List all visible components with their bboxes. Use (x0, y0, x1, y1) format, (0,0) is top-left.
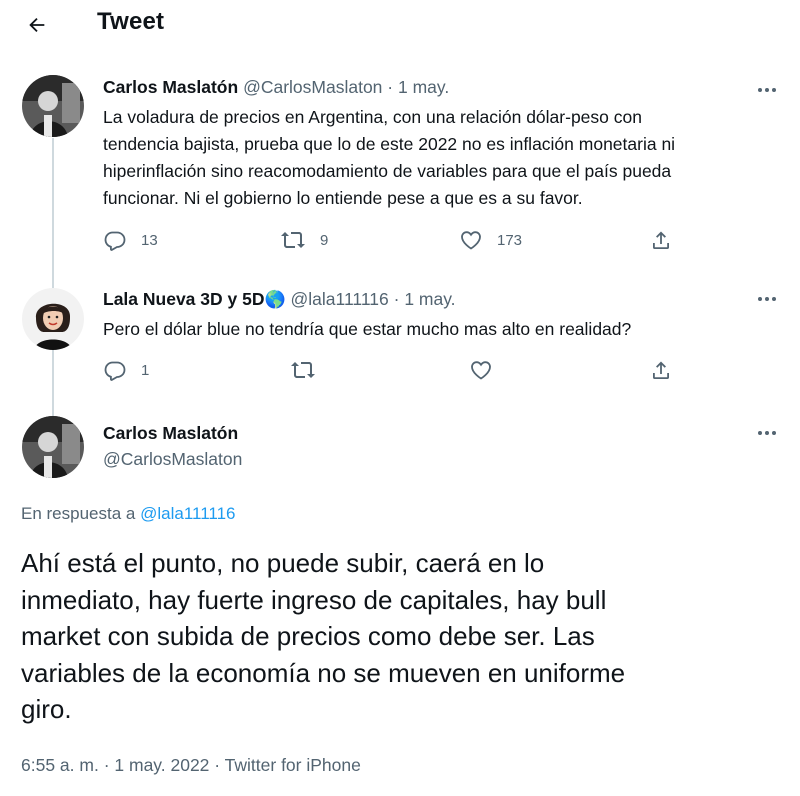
more-dots-icon (758, 297, 762, 301)
like-button[interactable] (469, 358, 493, 382)
share-icon (653, 231, 669, 249)
main-tweet-text-line: giro. (21, 694, 72, 724)
tweet-text: La voladura de precios en Argentina, con… (103, 104, 675, 212)
author-handle[interactable]: @lala111116 (291, 289, 389, 309)
share-button[interactable] (649, 228, 673, 252)
reply-mention-link[interactable]: @lala111116 (140, 504, 235, 523)
share-button[interactable] (649, 358, 673, 382)
tweet-actions: 1 (103, 358, 683, 388)
tweet-text-line: hiperinflación sino reacomodamiento de v… (103, 161, 672, 181)
heart-icon (471, 361, 491, 380)
separator: · (387, 77, 394, 97)
thread-line (52, 138, 54, 288)
separator: · (214, 755, 221, 775)
arrow-left-icon (29, 17, 45, 33)
reply-button[interactable]: 1 (103, 358, 149, 382)
separator: · (103, 755, 110, 775)
avatar[interactable] (22, 416, 84, 478)
more-dots-icon (758, 431, 762, 435)
tweet-text-line: tendencia bajista, prueba que lo de este… (103, 134, 676, 154)
tweet-metadata: 6:55 a. m. · 1 may. 2022 · Twitter for i… (21, 755, 361, 776)
tweet-text-line: Pero el dólar blue no tendría que estar … (103, 319, 632, 339)
main-tweet-text-line: variables de la economía no se mueven en… (21, 657, 626, 688)
reply-icon (104, 231, 126, 251)
author-name[interactable]: Lala Nueva 3D y 5D (103, 289, 264, 309)
reply-count: 13 (141, 231, 158, 249)
like-count: 173 (497, 231, 523, 249)
header: Tweet (0, 0, 800, 52)
main-tweet-text: Ahí está el punto, no puede subir, caerá… (21, 545, 781, 728)
page-title: Tweet (97, 8, 165, 35)
share-icon (653, 361, 669, 379)
avatar[interactable] (22, 288, 84, 350)
tweet-actions: 13 9 173 (103, 228, 683, 258)
retweet-count: 9 (320, 231, 329, 249)
tweet-source[interactable]: Twitter for iPhone (225, 755, 361, 775)
reply-icon (104, 361, 126, 381)
tweet-date[interactable]: 1 may. (398, 77, 449, 97)
more-options-button[interactable] (754, 423, 780, 443)
reply-prefix: En respuesta a (21, 504, 136, 523)
reply-context: En respuesta a @lala111116 (21, 504, 236, 524)
back-button[interactable] (20, 8, 54, 42)
heart-icon (461, 231, 481, 250)
tweet-text-line: La voladura de precios en Argentina, con… (103, 107, 642, 127)
author-name[interactable]: Carlos Maslatón (103, 77, 238, 97)
separator: · (393, 289, 400, 309)
more-options-button[interactable] (754, 289, 780, 309)
tweet-header: Carlos Maslatón @CarlosMaslaton · 1 may. (103, 77, 449, 98)
like-button[interactable]: 173 (459, 228, 522, 252)
retweet-button[interactable]: 9 (280, 228, 328, 252)
tweet-text: Pero el dólar blue no tendría que estar … (103, 316, 631, 343)
more-dots-icon (758, 88, 762, 92)
thread-line (52, 350, 54, 416)
tweet-time[interactable]: 6:55 a. m. (21, 755, 99, 775)
tweet-text-line: funcionar. Ni el gobierno lo entiende pe… (103, 188, 583, 208)
main-tweet-text-line: Ahí está el punto, no puede subir, caerá… (21, 548, 545, 578)
more-options-button[interactable] (754, 80, 780, 100)
tweet-date[interactable]: 1 may. (404, 289, 455, 309)
author-handle[interactable]: @CarlosMaslaton (243, 77, 382, 97)
avatar[interactable] (22, 75, 84, 137)
reply-count: 1 (141, 361, 150, 379)
tweet-full-date[interactable]: 1 may. 2022 (114, 755, 209, 775)
tweet-header: Lala Nueva 3D y 5D🌎 @lala111116 · 1 may. (103, 289, 456, 310)
retweet-icon (291, 362, 315, 378)
main-author-handle[interactable]: @CarlosMaslaton (103, 449, 242, 470)
main-author-name[interactable]: Carlos Maslatón (103, 423, 238, 444)
globe-emoji: 🌎 (264, 290, 286, 309)
retweet-icon (281, 232, 305, 248)
reply-button[interactable]: 13 (103, 228, 158, 252)
retweet-button[interactable] (290, 358, 316, 382)
main-tweet-text-line: market con subida de precios como debe s… (21, 621, 595, 651)
main-tweet-text-line: inmediato, hay fuerte ingreso de capital… (21, 584, 607, 615)
